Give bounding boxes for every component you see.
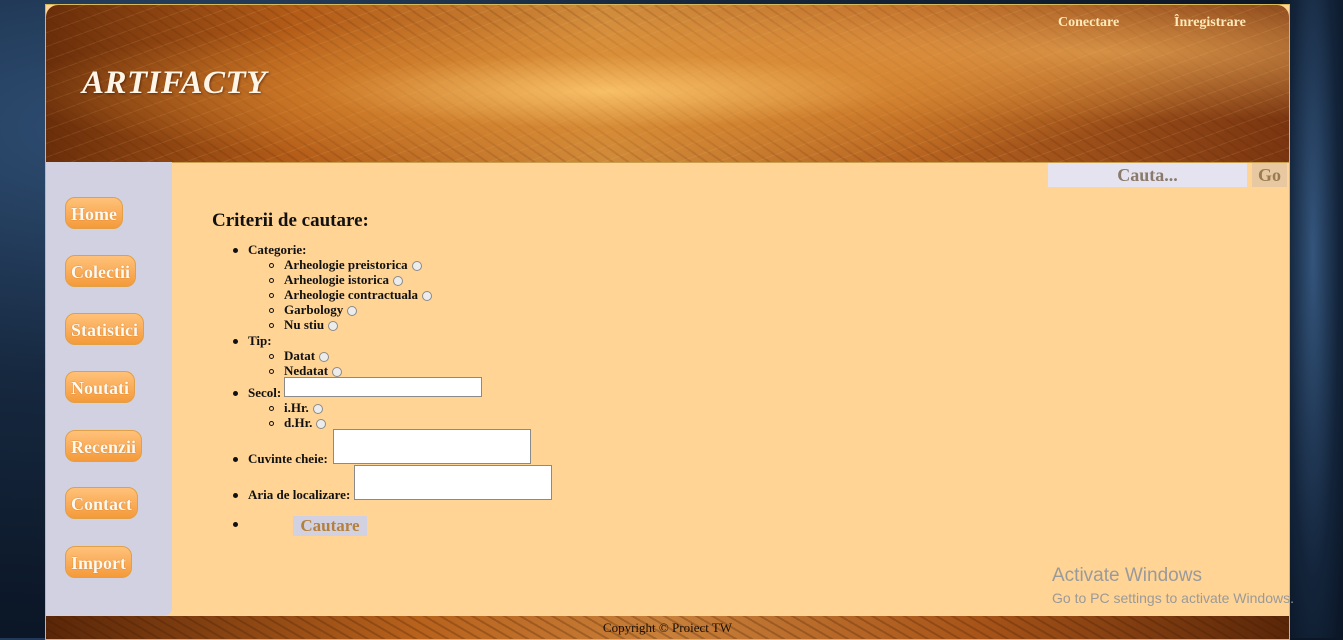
sidebar-item-colectii[interactable]: Colectii [65,255,136,287]
sidebar-item-import[interactable]: Import [65,546,132,578]
search-input[interactable]: Cauta... [1048,163,1247,187]
list-bullet [233,457,238,462]
list-bullet [233,493,238,498]
option-row: Garbology [284,302,358,318]
option-row: Nu stiu [284,317,339,333]
list-bullet [269,263,274,268]
secol-label: Secol: [248,385,282,400]
copyright-text: Copyright © Proiect TW [602,620,733,635]
radio-dhr[interactable] [316,419,327,430]
sidebar-item-statistici[interactable]: Statistici [65,313,144,345]
option-label: Garbology [284,302,344,317]
register-link[interactable]: Înregistrare [1174,15,1246,31]
search-criteria-form: Criterii de cautare: Categorie: Arheolog… [212,210,552,536]
option-label: Arheologie contractuala [284,287,418,302]
option-row: i.Hr. [284,400,323,416]
list-bullet [233,522,238,527]
option-label: i.Hr. [284,400,309,415]
radio-nu-stiu[interactable] [328,321,339,332]
option-label: Nedatat [284,363,329,378]
list-bullet [233,248,238,253]
header-banner: ARTIFACTY Conectare Înregistrare [46,5,1289,163]
list-bullet [269,406,274,411]
page-wrapper: ARTIFACTY Conectare Înregistrare Cauta..… [45,4,1290,640]
list-bullet [269,421,274,426]
list-bullet [233,339,238,344]
option-label: Nu stiu [284,317,325,332]
list-bullet [269,354,274,359]
option-row: Arheologie contractuala [284,287,432,303]
activate-windows-watermark: Activate Windows Go to PC settings to ac… [1052,565,1294,606]
sidebar-item-recenzii[interactable]: Recenzii [65,430,142,462]
radio-arheologie-istorica[interactable] [393,276,404,287]
list-bullet [269,323,274,328]
criteria-title: Criterii de cautare: [212,210,369,231]
option-row: Datat [284,348,330,364]
activate-subtitle: Go to PC settings to activate Windows. [1052,590,1294,606]
sidebar-item-noutati[interactable]: Noutati [65,371,135,403]
tip-label: Tip: [248,333,272,348]
login-link[interactable]: Conectare [1058,15,1119,31]
cautare-button[interactable]: Cautare [293,516,367,536]
sidebar-nav: Home Colectii Statistici Noutati Recenzi… [46,162,172,616]
radio-ihr[interactable] [312,404,323,415]
option-label: Datat [284,348,316,363]
list-bullet [269,369,274,374]
sidebar-item-contact[interactable]: Contact [65,487,138,519]
search-go-button[interactable]: Go [1252,163,1287,187]
background-right [1283,0,1343,638]
option-label: Arheologie istorica [284,272,390,287]
list-bullet [269,293,274,298]
secol-input[interactable] [284,377,482,397]
radio-garbology[interactable] [347,306,358,317]
cuvinte-cheie-textarea[interactable] [333,429,531,464]
option-label: Arheologie preistorica [284,257,408,272]
radio-datat[interactable] [319,352,330,363]
activate-title: Activate Windows [1052,565,1202,586]
list-bullet [269,308,274,313]
option-row: Arheologie istorica [284,272,404,288]
option-label: d.Hr. [284,415,313,430]
aria-label: Aria de localizare: [248,487,351,502]
radio-arheologie-preistorica[interactable] [411,261,422,272]
radio-arheologie-contractuala[interactable] [421,291,432,302]
option-row: d.Hr. [284,415,327,431]
radio-nedatat[interactable] [332,367,343,378]
list-bullet [233,391,238,396]
option-row: Arheologie preistorica [284,257,422,273]
sidebar-item-home[interactable]: Home [65,197,123,229]
categorie-label: Categorie: [248,242,307,257]
cuvinte-cheie-label: Cuvinte cheie: [248,451,328,466]
list-bullet [269,278,274,283]
footer: Copyright © Proiect TW [46,616,1289,639]
site-title: ARTIFACTY [82,65,267,101]
aria-textarea[interactable] [354,465,552,500]
